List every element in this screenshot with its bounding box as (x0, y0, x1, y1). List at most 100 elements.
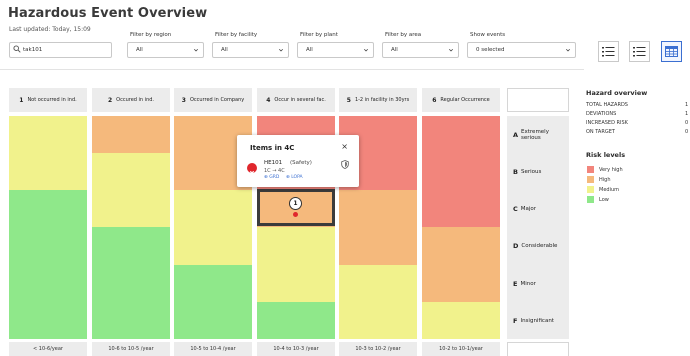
matrix-row-a: A Extremely serious (507, 116, 569, 153)
matrix-cell[interactable] (257, 265, 335, 302)
chevron-down-icon (279, 48, 283, 52)
matrix-cell[interactable] (422, 116, 500, 153)
search-input[interactable] (23, 45, 108, 55)
popup-title: Items in 4C (250, 144, 295, 152)
legend-label: Very high (599, 167, 623, 173)
matrix-cell[interactable] (174, 302, 252, 339)
filter-area-value: All (391, 47, 398, 53)
cell-count-badge[interactable]: 1 (289, 197, 302, 210)
tag-lopa[interactable]: ⊕ LOPA (286, 175, 303, 180)
matrix-column-1: 1 Not occurred in ind. (9, 88, 87, 112)
list-icon (602, 47, 615, 57)
column-number: 3 (181, 96, 186, 104)
legend-swatch (587, 166, 594, 173)
matrix-row-e: E Minor (507, 265, 569, 302)
legend-swatch (587, 186, 594, 193)
matrix-column-6: 6 Regular Occurrence (422, 88, 500, 112)
filter-plant-label: Filter by plant (300, 32, 338, 38)
matrix-cell[interactable] (257, 302, 335, 339)
matrix-cell[interactable] (9, 153, 87, 190)
matrix-cell[interactable] (9, 190, 87, 227)
filter-plant-value: All (306, 47, 313, 53)
stat-value: 1 (685, 102, 689, 108)
matrix-cell[interactable] (339, 265, 417, 302)
filter-area-select[interactable]: All (382, 42, 459, 58)
row-label: Major (520, 205, 537, 212)
matrix-cell[interactable] (92, 190, 170, 227)
item-id[interactable]: HE101 (264, 160, 282, 166)
tag-grd[interactable]: ⊕ GRD (264, 175, 279, 180)
row-letter: B (513, 167, 518, 176)
frequency-label: 10-6 to 10-5 /year (92, 342, 170, 356)
filter-region-label: Filter by region (130, 32, 172, 38)
row-label: Minor (520, 280, 536, 287)
row-letter: D (513, 242, 519, 250)
matrix-cell[interactable] (92, 153, 170, 190)
legend-label: High (599, 177, 611, 183)
stat-label: INCREASED RISK (586, 120, 628, 126)
filter-plant-select[interactable]: All (297, 42, 374, 58)
legend-swatch (587, 196, 594, 203)
column-number: 1 (19, 96, 24, 104)
chevron-down-icon (449, 48, 453, 52)
close-icon[interactable]: × (341, 142, 348, 151)
matrix-row-c: C Major (507, 190, 569, 227)
error-icon (247, 163, 257, 176)
event-marker[interactable] (293, 212, 298, 217)
frequency-label: 10-2 to 10-1/year (422, 342, 500, 356)
matrix-cell[interactable] (92, 227, 170, 265)
matrix-cell[interactable] (92, 265, 170, 302)
search-box[interactable] (9, 42, 112, 58)
matrix-cell[interactable] (174, 190, 252, 227)
column-label: Occured in ind. (116, 97, 155, 103)
matrix-cell[interactable] (174, 265, 252, 302)
matrix-cell[interactable] (339, 227, 417, 265)
filter-facility-select[interactable]: All (212, 42, 289, 58)
items-popup: Items in 4C × HE101 (Safety) 1C → 4C ⊕ G… (237, 135, 359, 187)
table-view-button[interactable] (661, 41, 682, 62)
matrix-cell[interactable] (257, 227, 335, 265)
tag-grd-label: GRD (269, 175, 280, 180)
chevron-down-icon (194, 48, 198, 52)
matrix-column-2: 2 Occured in ind. (92, 88, 170, 112)
matrix-cell[interactable] (9, 227, 87, 265)
stat-value: 1 (685, 111, 689, 117)
search-icon (13, 45, 21, 53)
hazard-overview-title: Hazard overview (586, 89, 648, 97)
matrix-cell[interactable] (174, 227, 252, 265)
column-label: Occurred in Company (189, 97, 245, 103)
last-updated: Last updated: Today, 15:09 (9, 26, 91, 33)
row-label: Considerable (521, 243, 558, 249)
stat-value: 0 (685, 129, 689, 135)
chevron-down-icon (566, 48, 570, 52)
list-view-button[interactable] (629, 41, 650, 62)
matrix-cell[interactable] (422, 302, 500, 339)
matrix-cell[interactable] (9, 302, 87, 339)
matrix-corner (507, 88, 569, 112)
column-number: 4 (266, 96, 271, 104)
matrix-cell[interactable] (339, 302, 417, 339)
row-letter: C (513, 204, 518, 213)
matrix-cell[interactable] (422, 265, 500, 302)
stat-label: TOTAL HAZARDS (586, 102, 628, 108)
matrix-cell[interactable] (92, 116, 170, 153)
matrix-cell[interactable] (339, 190, 417, 227)
column-number: 2 (107, 96, 113, 104)
column-label: 1-2 in facility in 30yrs (354, 97, 410, 103)
matrix-cell[interactable] (422, 153, 500, 190)
matrix-row-d: D Considerable (507, 227, 569, 265)
matrix-column-4: 4 Occur in several fac. (257, 88, 335, 112)
matrix-footer-corner (507, 342, 569, 356)
matrix-cell[interactable] (9, 116, 87, 153)
frequency-label: 10-5 to 10-4 /year (174, 342, 252, 356)
column-label: Not occurred in ind. (27, 97, 77, 103)
row-label: Insignificant (520, 317, 554, 324)
matrix-cell[interactable] (9, 265, 87, 302)
show-events-select[interactable]: 0 selected (467, 42, 576, 58)
matrix-cell[interactable] (92, 302, 170, 339)
matrix-cell[interactable] (422, 227, 500, 265)
filter-region-select[interactable]: All (127, 42, 204, 58)
list-small-view-button[interactable] (598, 41, 619, 62)
matrix-cell[interactable] (422, 190, 500, 227)
legend-label: Medium (599, 187, 619, 193)
